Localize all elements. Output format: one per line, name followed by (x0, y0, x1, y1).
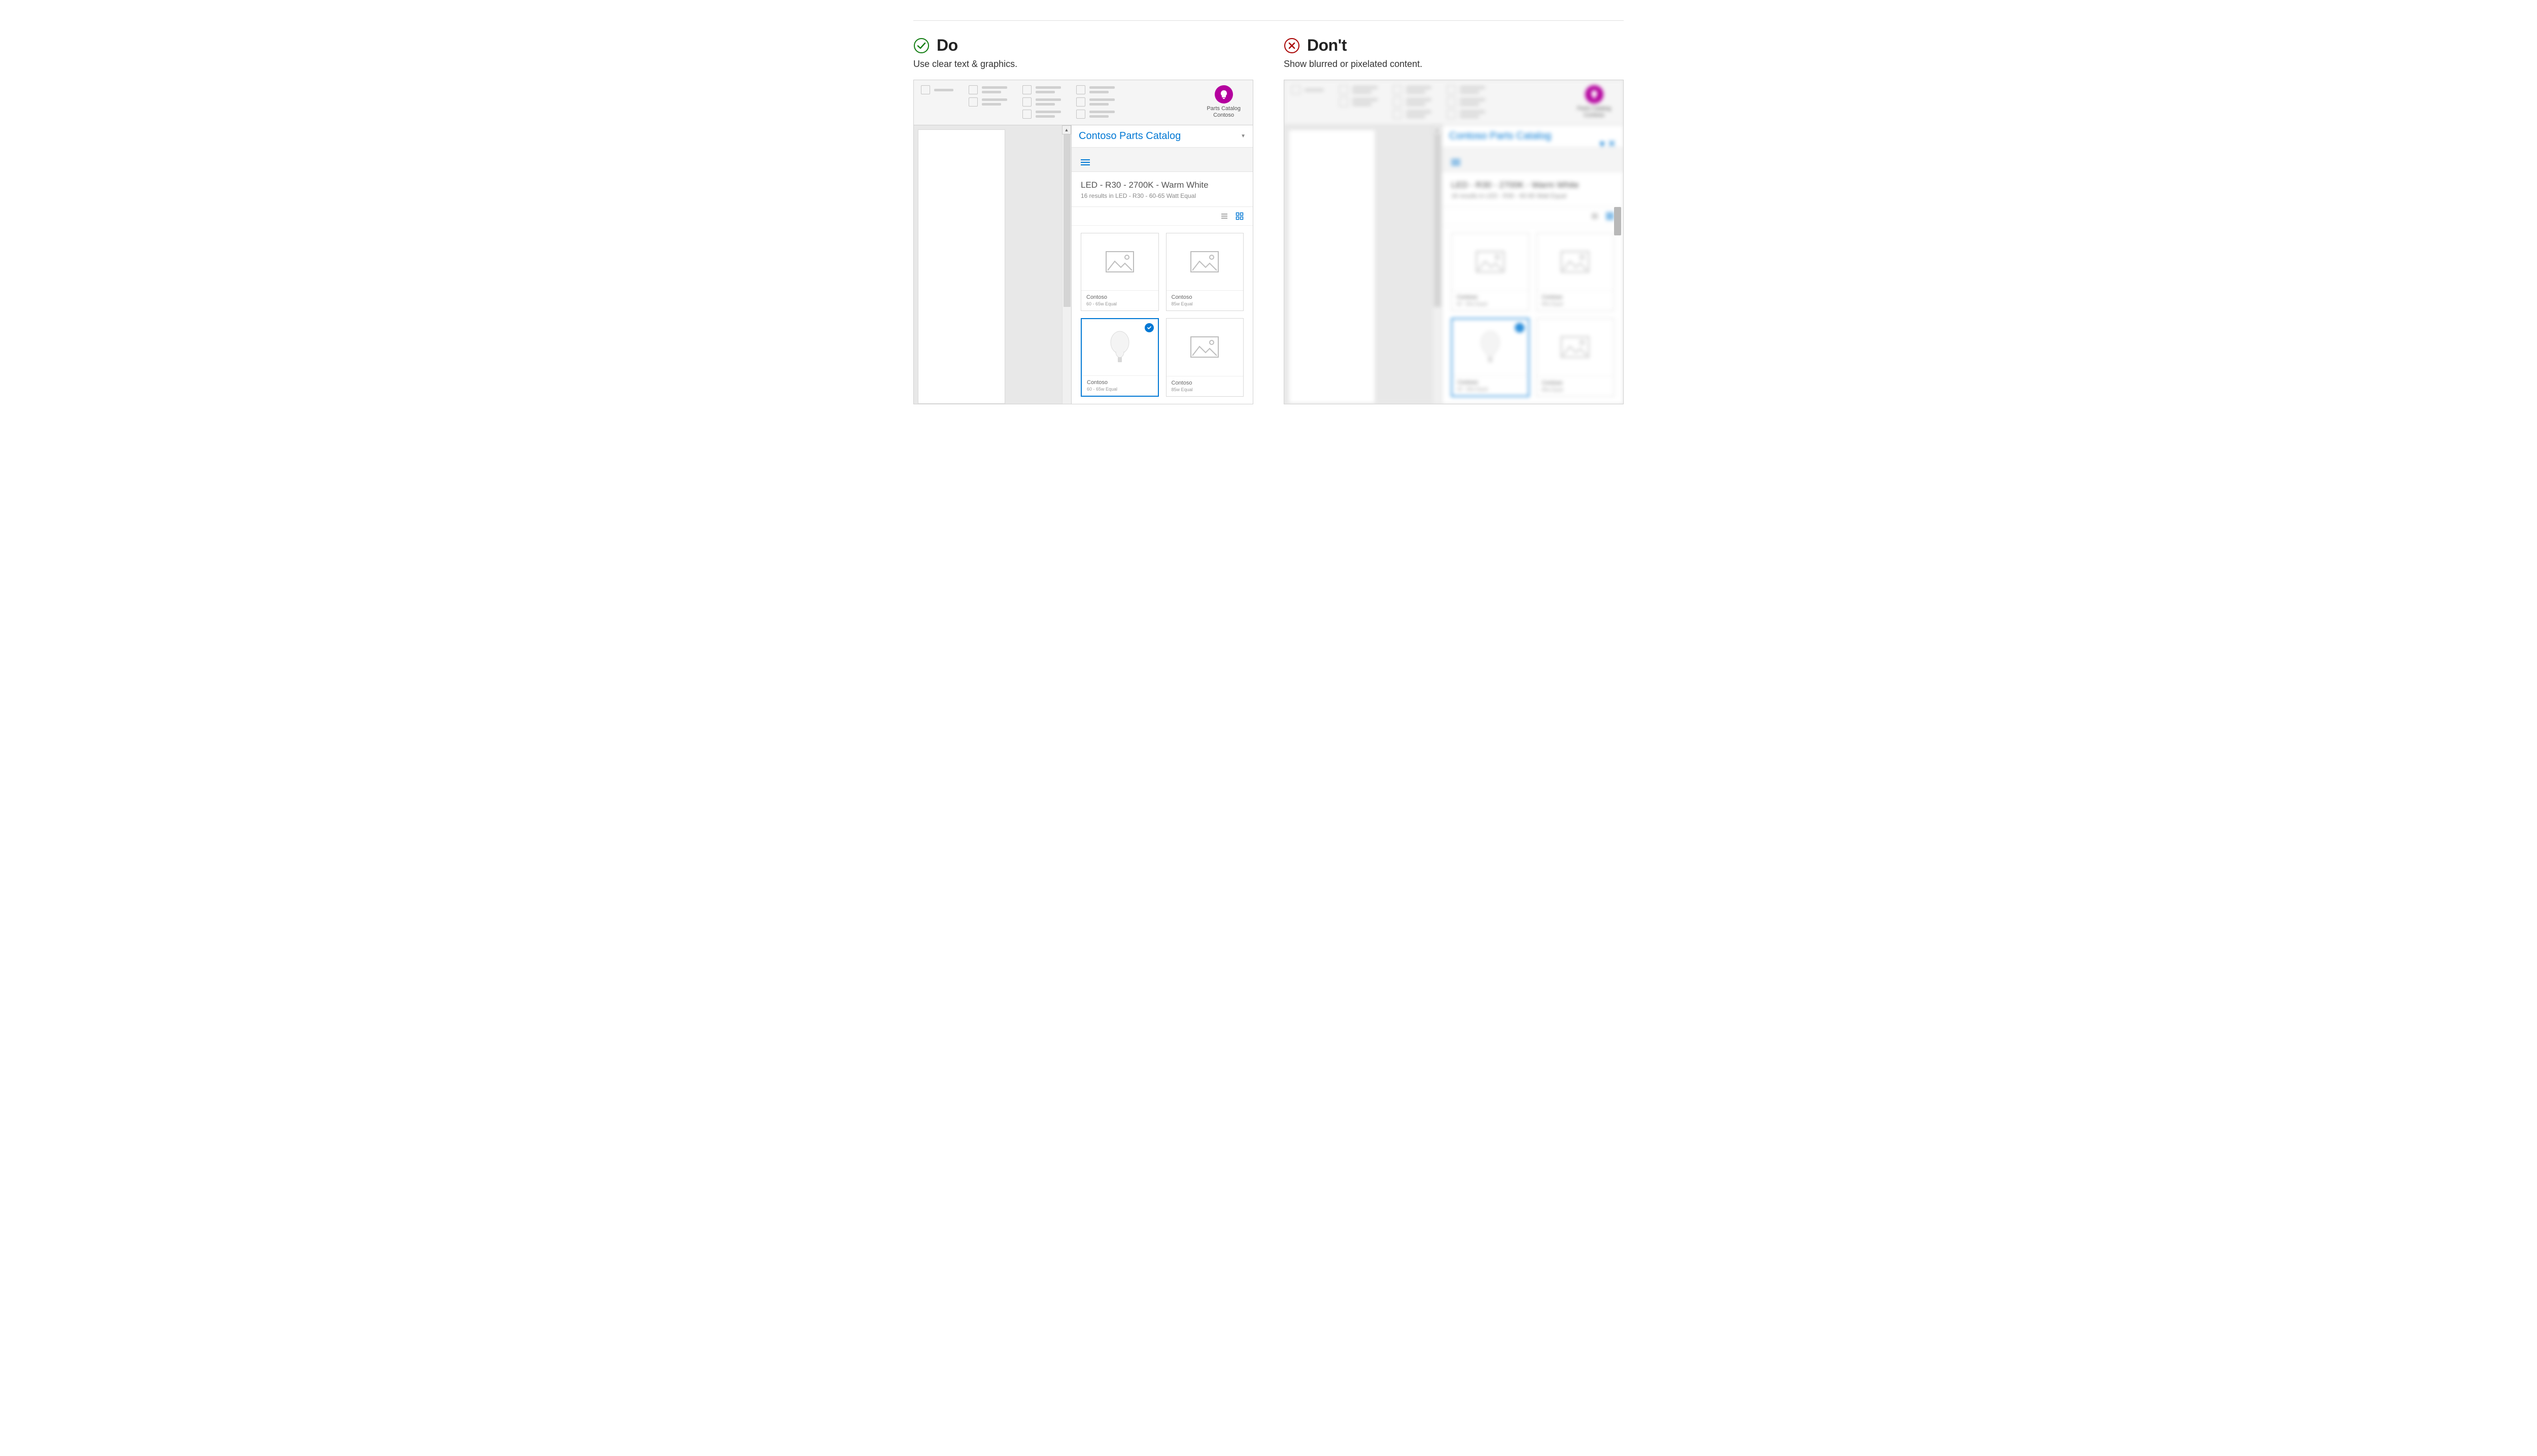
product-card[interactable]: Contoso60 - 65w Equal (1081, 233, 1159, 310)
addin-title: Parts Catalog (1207, 106, 1241, 112)
scrollbar-thumb[interactable] (1614, 207, 1621, 235)
placeholder-image-icon (1081, 233, 1158, 290)
addin-company: Contoso (1213, 112, 1234, 118)
do-subtext: Use clear text & graphics. (913, 59, 1253, 70)
app-frame-dont: Parts Catalog Contoso ▲ (1284, 80, 1623, 404)
product-meta: Contoso85w Equal (1167, 290, 1244, 310)
product-brand: Contoso (1542, 380, 1609, 386)
product-spec: 85w Equal (1172, 387, 1239, 392)
document-area (1284, 125, 1376, 404)
product-meta: Contoso85w Equal (1167, 376, 1244, 396)
hamburger-menu-icon[interactable] (1081, 159, 1090, 165)
product-brand: Contoso (1457, 379, 1523, 386)
task-pane-title-bar: Contoso Parts Catalog ▾ ✕ (1442, 125, 1623, 147)
task-pane-title: Contoso Parts Catalog (1449, 130, 1551, 142)
placeholder-image-icon (1167, 233, 1244, 290)
product-meta: Contoso60 - 65w Equal (1452, 290, 1529, 310)
do-example: Parts Catalog Contoso ▲ (913, 80, 1253, 404)
product-meta: Contoso60 - 65w Equal (1081, 290, 1158, 310)
check-circle-icon (913, 38, 930, 54)
x-circle-icon (1284, 38, 1300, 54)
app-body: ▲ Contoso Parts Catalog ▼ (914, 125, 1253, 404)
selected-check-icon (1145, 323, 1154, 332)
do-column: Do Use clear text & graphics. (913, 21, 1253, 404)
scroll-up-button[interactable]: ▲ (1062, 125, 1071, 134)
task-pane-title: Contoso Parts Catalog (1079, 130, 1181, 142)
placeholder-image-icon (1537, 233, 1614, 290)
product-meta: Contoso85w Equal (1537, 376, 1614, 396)
product-card[interactable]: Contoso60 - 65w Equal (1451, 318, 1529, 397)
product-meta: Contoso60 - 65w Equal (1082, 375, 1158, 396)
placeholder-image-icon (1537, 319, 1614, 376)
placeholder-image-icon (1167, 319, 1244, 376)
document-area (914, 125, 1005, 404)
product-card[interactable]: Contoso85w Equal (1166, 318, 1244, 397)
ribbon-addin-button[interactable]: Parts Catalog Contoso (1572, 85, 1616, 119)
product-brand: Contoso (1542, 294, 1609, 300)
ribbon: Parts Catalog Contoso (1284, 80, 1623, 125)
product-spec: 85w Equal (1542, 387, 1609, 392)
scrollbar-thumb[interactable] (1434, 134, 1441, 307)
product-card[interactable]: Contoso85w Equal (1166, 233, 1244, 310)
list-view-icon[interactable] (1591, 212, 1599, 220)
scrollbar-track[interactable] (1432, 134, 1442, 404)
selected-check-icon (1515, 323, 1524, 332)
dont-header: Don't (1284, 21, 1624, 59)
canvas-gutter: ▲ (1005, 125, 1071, 404)
dropdown-icon[interactable]: ▼ (1241, 133, 1246, 139)
grid-view-icon[interactable] (1606, 212, 1614, 220)
task-pane-title-bar: Contoso Parts Catalog ▼ (1072, 125, 1253, 147)
do-heading: Do (937, 36, 958, 55)
product-spec: 85w Equal (1172, 301, 1239, 306)
dont-column: Don't Show blurred or pixelated content. (1284, 21, 1624, 404)
result-count: 16 results in LED - R30 - 60-65 Watt Equ… (1081, 192, 1244, 199)
lightbulb-icon (1585, 85, 1603, 103)
filter-heading: LED - R30 - 2700K - Warm White (1081, 180, 1244, 190)
list-view-icon[interactable] (1220, 212, 1228, 220)
hamburger-menu-icon[interactable] (1451, 159, 1460, 165)
product-card[interactable]: Contoso60 - 65w Equal (1451, 233, 1529, 310)
placeholder-image-icon (1452, 233, 1529, 290)
product-spec: 60 - 65w Equal (1457, 387, 1523, 392)
product-meta: Contoso60 - 65w Equal (1452, 375, 1528, 396)
product-spec: 85w Equal (1542, 301, 1609, 306)
product-brand: Contoso (1086, 294, 1153, 300)
lightbulb-icon (1215, 85, 1233, 103)
canvas-gutter: ▲ (1376, 125, 1442, 404)
document-page[interactable] (1288, 129, 1376, 404)
product-card[interactable]: Contoso85w Equal (1536, 318, 1615, 397)
product-card[interactable]: Contoso85w Equal (1536, 233, 1615, 310)
scrollbar-thumb[interactable] (1064, 134, 1071, 307)
document-page[interactable] (918, 129, 1005, 404)
product-brand: Contoso (1172, 380, 1239, 386)
task-pane-menu-bar (1072, 147, 1253, 172)
do-header: Do (913, 21, 1253, 59)
dont-example: Parts Catalog Contoso ▲ (1284, 80, 1624, 404)
app-body: ▲ Contoso Parts Catalog ▾ ✕ (1284, 125, 1623, 404)
product-spec: 60 - 65w Equal (1457, 301, 1524, 306)
dont-heading: Don't (1307, 36, 1347, 55)
product-grid: Contoso60 - 65w EqualContoso85w EqualCon… (1442, 226, 1623, 404)
task-pane: Contoso Parts Catalog ▼ LED - R30 - 2700… (1071, 125, 1253, 404)
task-pane: Contoso Parts Catalog ▾ ✕ LED - R30 - 27… (1442, 125, 1623, 404)
product-spec: 60 - 65w Equal (1087, 387, 1153, 392)
product-spec: 60 - 65w Equal (1086, 301, 1153, 306)
pane-controls[interactable]: ▾ ✕ (1600, 137, 1616, 150)
scrollbar-track[interactable] (1062, 134, 1071, 404)
ribbon-addin-button[interactable]: Parts Catalog Contoso (1202, 85, 1246, 119)
comparison-container: Do Use clear text & graphics. (913, 20, 1624, 404)
view-toolbar (1072, 207, 1253, 226)
product-meta: Contoso85w Equal (1537, 290, 1614, 310)
ribbon: Parts Catalog Contoso (914, 80, 1253, 125)
product-brand: Contoso (1457, 294, 1524, 300)
product-brand: Contoso (1172, 294, 1239, 300)
app-frame-do: Parts Catalog Contoso ▲ (914, 80, 1253, 404)
task-pane-heading: LED - R30 - 2700K - Warm White 16 result… (1072, 172, 1253, 207)
grid-view-icon[interactable] (1236, 212, 1244, 220)
product-card[interactable]: Contoso60 - 65w Equal (1081, 318, 1159, 397)
scroll-up-button[interactable]: ▲ (1432, 125, 1442, 134)
dont-subtext: Show blurred or pixelated content. (1284, 59, 1624, 70)
product-brand: Contoso (1087, 379, 1153, 386)
product-grid: Contoso60 - 65w EqualContoso85w EqualCon… (1072, 226, 1253, 404)
